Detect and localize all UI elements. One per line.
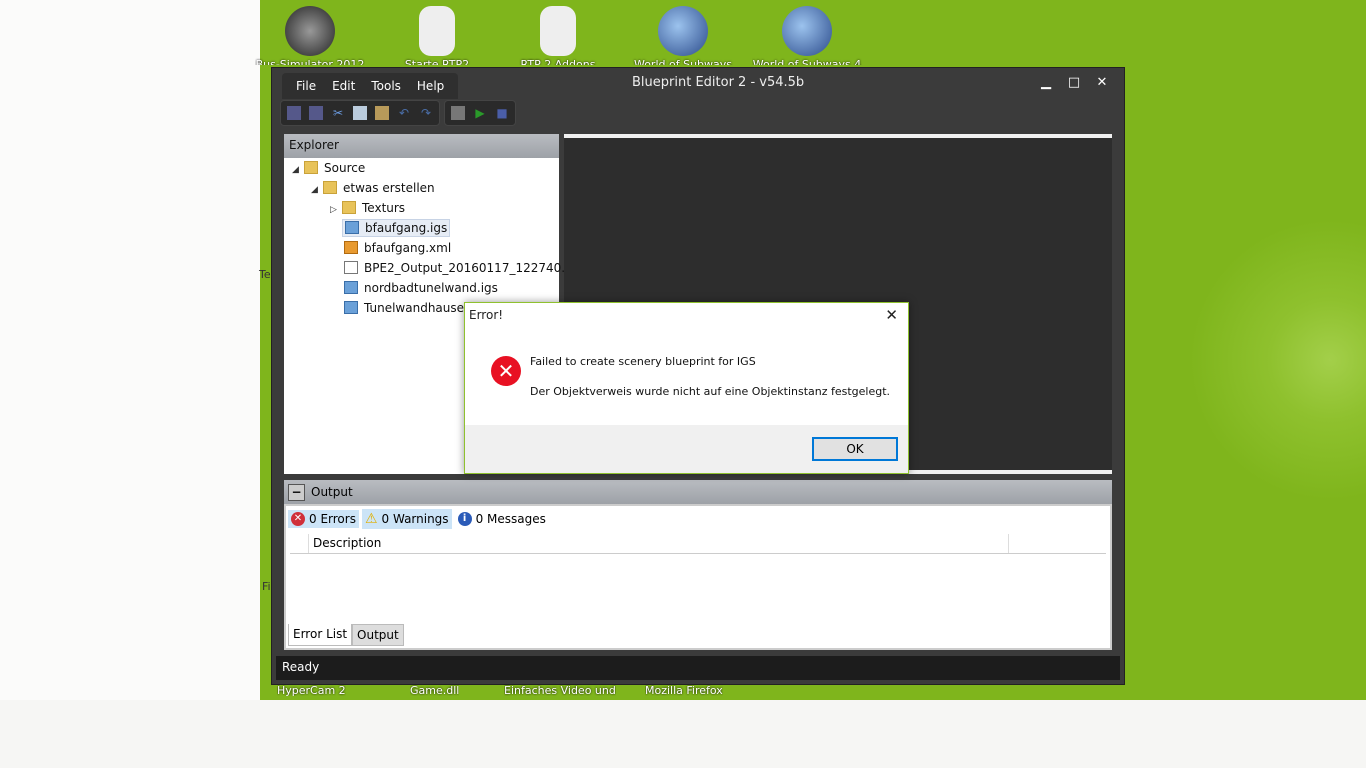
status-bar: Ready [276,656,1120,680]
igs-file-icon [344,281,358,294]
stop-icon[interactable]: ■ [495,106,509,120]
xml-file-icon [344,241,358,254]
desktop-icon-label-partial[interactable]: Te [259,268,271,281]
title-bar[interactable]: File Edit Tools Help Blueprint Editor 2 … [272,68,1124,99]
tire-icon [285,6,335,56]
globe-icon [658,6,708,56]
tree-item-etwas-erstellen[interactable]: ◢ etwas erstellen [284,178,559,198]
tree-item-texturs[interactable]: ▷ Texturs [284,198,559,218]
messages-filter[interactable]: i0 Messages [455,510,549,528]
maximize-button[interactable]: □ [1062,73,1086,93]
paste-icon[interactable] [375,106,389,120]
train-icon [540,6,576,56]
menu-bar: File Edit Tools Help [282,73,459,99]
desktop-icon-video[interactable]: Einfaches Video und [504,684,616,696]
collapse-output-button[interactable]: − [288,483,305,501]
toolbar: ✂ ↶ ↷ ▶ ■ [280,100,516,126]
dialog-close-button[interactable]: ✕ [885,306,898,324]
desktop-icon-label-partial[interactable]: Fi [262,580,271,593]
dialog-detail: Der Objektverweis wurde nicht auf eine O… [530,385,891,398]
close-button[interactable]: ✕ [1090,73,1114,93]
error-icon: ✕ [491,356,521,386]
errors-filter[interactable]: ✕ 0 Errors [288,510,359,528]
ok-button[interactable]: OK [812,437,898,461]
output-panel: − Output ✕ 0 Errors ⚠ 0 Warnings i0 Messag… [284,480,1112,650]
folder-icon [323,181,337,194]
menu-edit[interactable]: Edit [324,73,363,99]
tree-item-nordbadtunelwand[interactable]: nordbadtunelwand.igs [284,278,559,298]
desktop-background-left [0,0,260,768]
save-all-icon[interactable] [309,106,323,120]
desktop-background-bottom [0,700,1366,768]
output-title: Output [311,485,353,499]
menu-tools[interactable]: Tools [363,73,409,99]
dialog-message: Failed to create scenery blueprint for I… [530,355,756,368]
save-icon[interactable] [287,106,301,120]
cut-icon[interactable]: ✂ [331,106,345,120]
desktop-icon-game-dll[interactable]: Game.dll [410,684,459,696]
explorer-title: Explorer [284,134,559,158]
desktop-icon-firefox[interactable]: Mozilla Firefox [645,684,723,696]
dialog-title: Error! [469,308,504,322]
text-file-icon [344,261,358,274]
tab-output[interactable]: Output [352,624,404,646]
file-tree: ◢ Source ◢ etwas erstellen ▷ Texturs bfaufg… [284,158,582,318]
menu-file[interactable]: File [288,73,324,99]
globe-icon [782,6,832,56]
error-dialog: Error! ✕ ✕ Failed to create scenery blue… [464,302,909,474]
error-icon: ✕ [291,512,305,526]
play-icon[interactable]: ▶ [473,106,487,120]
info-icon: i [457,512,472,526]
igs-file-icon [345,221,359,234]
undo-icon[interactable]: ↶ [397,106,411,120]
tab-error-list[interactable]: Error List [288,624,353,646]
train-icon [419,6,455,56]
tree-item-bfaufgang-xml[interactable]: bfaufgang.xml [284,238,559,258]
desktop-icon-world-of-subways-4[interactable]: World of Subways 4 [752,6,862,65]
igs-file-icon [344,301,358,314]
folder-icon [342,201,356,214]
desktop-wallpaper-pattern [1120,0,1366,700]
desktop-icon-bus-simulator[interactable]: Bus-Simulator 2012 [255,6,365,65]
redo-icon[interactable]: ↷ [419,106,433,120]
desktop-icon-rtp2-addons[interactable]: RTP 2 Addons Starten [503,6,613,65]
warnings-filter[interactable]: ⚠ 0 Warnings [361,509,452,529]
tree-item-bfaufgang-igs[interactable]: bfaufgang.igs [284,218,559,238]
tree-item-output-txt[interactable]: BPE2_Output_20160117_122740.txt [284,258,582,278]
tree-item-source[interactable]: ◢ Source [284,158,559,178]
desktop-icon-world-of-subways[interactable]: World of Subways [628,6,738,65]
desktop-icon-hypercam[interactable]: HyperCam 2 [277,684,346,696]
menu-help[interactable]: Help [409,73,452,99]
copy-icon[interactable] [353,106,367,120]
export-icon[interactable] [451,106,465,120]
desktop-icon-rtp2[interactable]: Starte RTP2 [382,6,492,65]
window-title: Blueprint Editor 2 - v54.5b [632,75,805,90]
description-column-header[interactable]: Description [308,534,1008,553]
minimize-button[interactable]: ▁ [1034,73,1058,93]
warning-icon: ⚠ [364,511,378,527]
folder-icon [304,161,318,174]
